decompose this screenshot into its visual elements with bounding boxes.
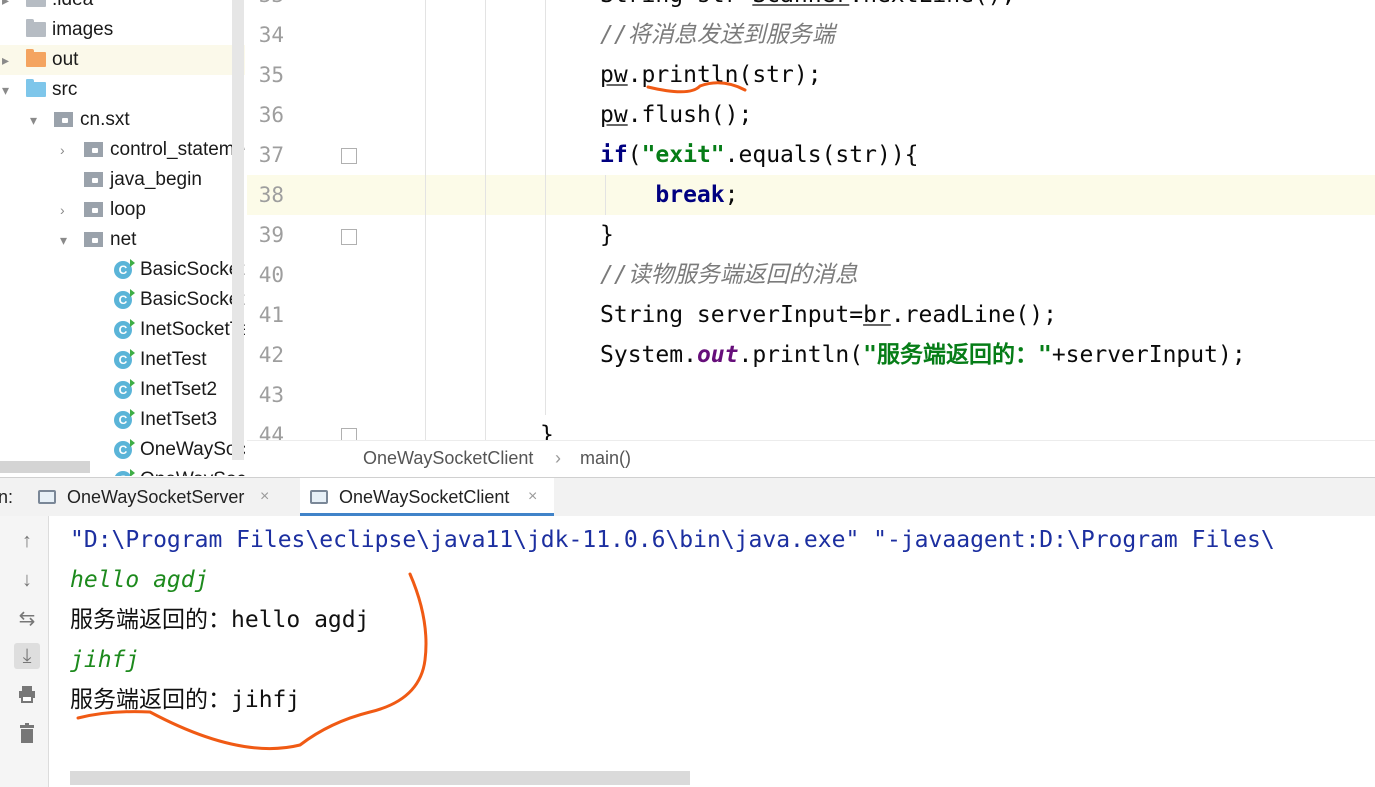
annotation-overlay	[76, 81, 747, 751]
annotation-underline	[646, 81, 747, 94]
annotation-bracket	[76, 572, 428, 751]
